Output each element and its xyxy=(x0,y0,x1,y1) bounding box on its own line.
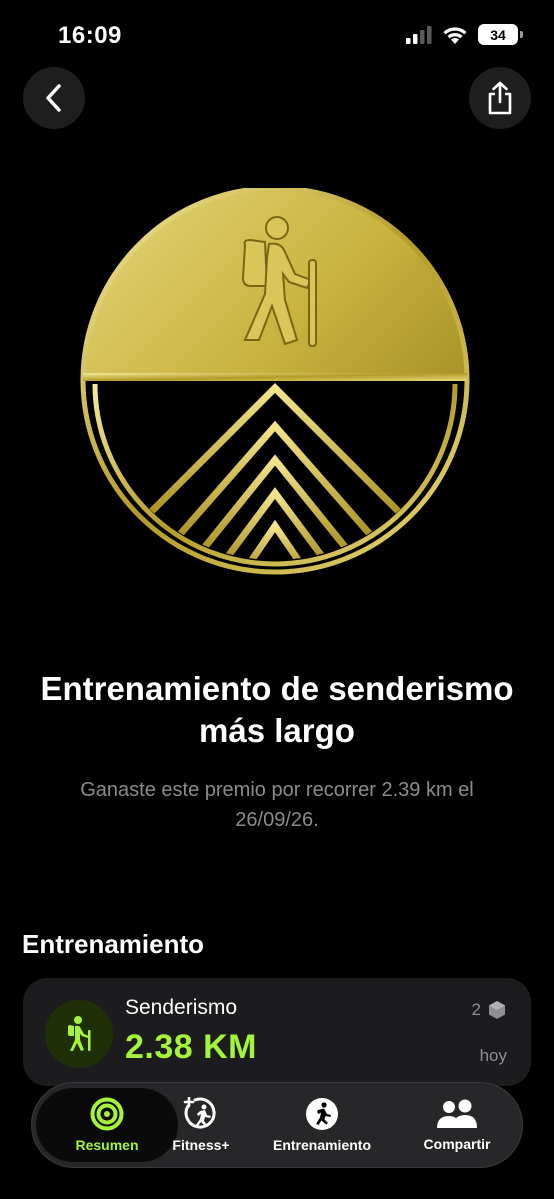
tab-label-fitness-plus: Fitness+ xyxy=(172,1137,230,1153)
tab-compartir[interactable]: Compartir xyxy=(400,1083,514,1167)
award-description: Ganaste este premio por recorrer 2.39 km… xyxy=(80,779,474,831)
people-icon xyxy=(437,1099,477,1128)
status-time: 16:09 xyxy=(58,22,122,49)
tab-resumen[interactable]: Resumen xyxy=(36,1083,178,1167)
wifi-icon xyxy=(443,27,467,44)
tab-label-compartir: Compartir xyxy=(423,1136,491,1152)
tab-entrenamiento[interactable]: Entrenamiento xyxy=(260,1083,384,1167)
status-icons: 34 xyxy=(406,24,523,45)
battery-level: 34 xyxy=(490,26,506,43)
hiker-icon xyxy=(45,1000,113,1068)
chevron-left-icon xyxy=(46,84,61,112)
workout-distance: 2.38 KM xyxy=(125,1028,257,1066)
hiking-medal xyxy=(80,188,470,575)
tab-label-resumen: Resumen xyxy=(75,1137,139,1153)
tab-fitness-plus[interactable]: Fitness+ xyxy=(160,1083,242,1167)
battery-indicator: 34 xyxy=(478,24,523,45)
back-button[interactable] xyxy=(23,67,85,129)
tab-label-entrenamiento: Entrenamiento xyxy=(272,1137,371,1153)
status-bar: 16:09 34 xyxy=(0,0,554,70)
activity-rings-icon xyxy=(90,1097,124,1131)
workout-name: Senderismo xyxy=(125,996,238,1019)
cellular-signal-icon xyxy=(406,25,432,44)
fitness-plus-icon xyxy=(183,1097,216,1129)
running-icon xyxy=(306,1098,338,1130)
workout-count-value: 2 xyxy=(471,1000,481,1019)
share-button[interactable] xyxy=(469,67,531,129)
section-title: Entrenamiento xyxy=(22,929,205,959)
cube-icon xyxy=(489,1001,505,1019)
award-title: Entrenamiento de senderismo más largo xyxy=(40,670,514,749)
workout-date: hoy xyxy=(479,1046,507,1065)
workout-card[interactable]: Senderismo 2.38 KM 2 hoy xyxy=(23,978,531,1086)
tab-bar: Resumen Fitness+ Entrenamiento Compartir xyxy=(31,1082,523,1168)
workout-count: 2 xyxy=(472,1000,507,1020)
share-icon xyxy=(488,81,512,115)
